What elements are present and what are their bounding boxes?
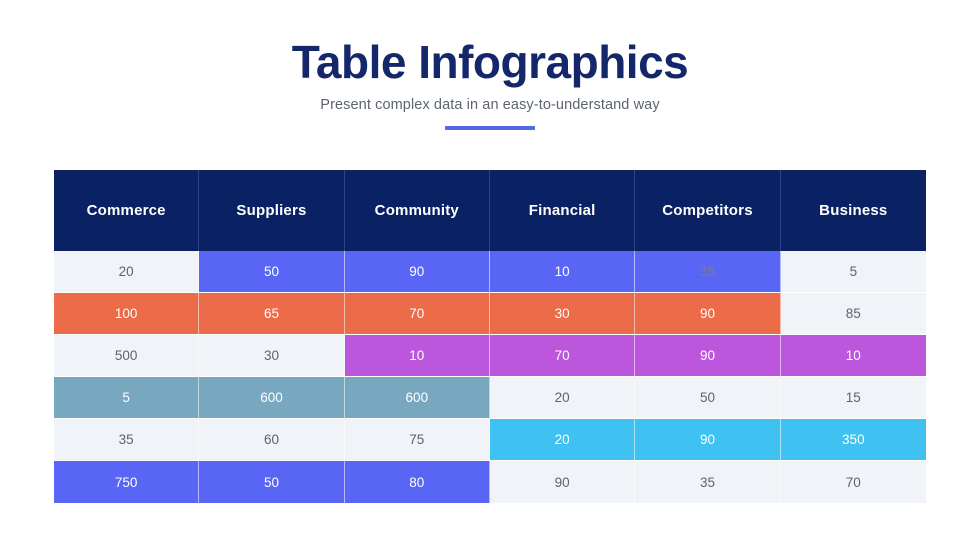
table-cell[interactable]: 35 — [54, 419, 200, 461]
table-cell[interactable]: 500 — [54, 335, 200, 377]
table-cell[interactable]: 90 — [635, 293, 781, 335]
table-cell[interactable]: 750 — [54, 461, 200, 503]
table-cell[interactable]: 50 — [199, 461, 345, 503]
table-cell[interactable]: 35 — [635, 461, 781, 503]
column-header-business[interactable]: Business — [780, 170, 926, 251]
page-subtitle: Present complex data in an easy-to-under… — [320, 96, 660, 113]
table-cell[interactable]: 20 — [489, 377, 636, 419]
infographic-table: Commerce Suppliers Community Financial Compe… — [54, 170, 926, 503]
table-cell[interactable]: 90 — [344, 251, 490, 293]
table-cell[interactable]: 600 — [344, 377, 490, 419]
column-header-competitors[interactable]: Competitors — [635, 170, 781, 251]
table-body: 20 50 90 10 35 5 100 65 70 30 90 85 500 30 10 70 90 10 5 60… — [54, 251, 926, 503]
table-row: 20 50 90 10 35 5 — [54, 251, 926, 293]
table-cell[interactable]: 30 — [199, 335, 345, 377]
table-cell[interactable]: 350 — [780, 419, 926, 461]
column-header-commerce[interactable]: Commerce — [54, 170, 200, 251]
table-cell[interactable]: 80 — [344, 461, 490, 503]
table-cell[interactable]: 50 — [635, 377, 781, 419]
table-cell[interactable]: 75 — [344, 419, 490, 461]
table-cell[interactable]: 50 — [199, 251, 345, 293]
accent-divider — [445, 125, 535, 130]
table-cell[interactable]: 90 — [489, 461, 636, 503]
table-cell[interactable]: 15 — [780, 377, 926, 419]
table-cell[interactable]: 20 — [489, 419, 636, 461]
table-cell[interactable]: 85 — [780, 293, 926, 335]
table-cell[interactable]: 30 — [489, 293, 636, 335]
table-header: Commerce Suppliers Community Financial Compe… — [54, 170, 926, 251]
table-cell[interactable]: 600 — [199, 377, 345, 419]
table-cell[interactable]: 90 — [635, 419, 781, 461]
column-header-community[interactable]: Community — [344, 170, 490, 251]
table-cell[interactable]: 100 — [54, 293, 200, 335]
table-cell[interactable]: 5 — [780, 251, 926, 293]
table-header-row: Commerce Suppliers Community Financial Compe… — [54, 170, 926, 251]
slide-header: Table Infographics Present complex data … — [0, 36, 980, 130]
table-row: 5 600 600 20 50 15 — [54, 377, 926, 419]
table-cell[interactable]: 35 — [635, 251, 781, 293]
table-cell[interactable]: 70 — [780, 461, 926, 503]
table-row: 500 30 10 70 90 10 — [54, 335, 926, 377]
table-cell[interactable]: 10 — [780, 335, 926, 377]
column-header-suppliers[interactable]: Suppliers — [199, 170, 345, 251]
table-cell[interactable]: 70 — [344, 293, 490, 335]
page-title: Table Infographics — [291, 36, 689, 88]
table-cell[interactable]: 20 — [54, 251, 200, 293]
table-cell[interactable]: 10 — [489, 251, 636, 293]
table-cell[interactable]: 60 — [199, 419, 345, 461]
table-cell[interactable]: 70 — [489, 335, 636, 377]
table-cell[interactable]: 65 — [199, 293, 345, 335]
table-row: 100 65 70 30 90 85 — [54, 293, 926, 335]
table-row: 750 50 80 90 35 70 — [54, 461, 926, 503]
table-row: 35 60 75 20 90 350 — [54, 419, 926, 461]
table-cell[interactable]: 90 — [635, 335, 781, 377]
column-header-financial[interactable]: Financial — [489, 170, 636, 251]
table-cell[interactable]: 10 — [344, 335, 490, 377]
slide-canvas: Table Infographics Present complex data … — [0, 0, 980, 551]
table-cell[interactable]: 5 — [54, 377, 200, 419]
table-container: Commerce Suppliers Community Financial Compe… — [54, 170, 926, 503]
